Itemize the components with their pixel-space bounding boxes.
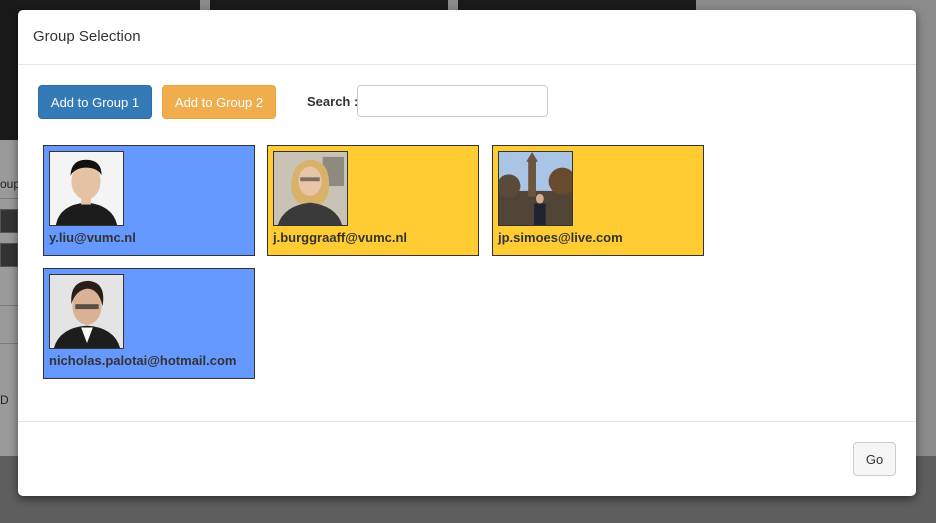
avatar <box>273 151 348 226</box>
background-fragment-text: D <box>0 393 9 407</box>
avatar <box>498 151 573 226</box>
person-photo-icon <box>50 275 123 348</box>
modal-header: Group Selection <box>18 10 916 65</box>
background-thumbnail <box>0 243 18 267</box>
search-label: Search : <box>307 94 359 109</box>
avatar <box>49 151 124 226</box>
person-photo-icon <box>50 152 123 225</box>
background-image-block <box>0 12 20 140</box>
user-email: nicholas.palotai@hotmail.com <box>49 353 237 368</box>
search-input[interactable] <box>357 85 548 117</box>
modal-footer: Go <box>18 421 916 496</box>
user-email: j.burggraaff@vumc.nl <box>273 230 408 245</box>
person-photo-icon <box>499 152 572 225</box>
modal-title: Group Selection <box>33 28 141 45</box>
person-photo-icon <box>274 152 347 225</box>
user-email: jp.simoes@live.com <box>498 230 623 245</box>
go-button[interactable]: Go <box>853 442 896 476</box>
user-card[interactable]: j.burggraaff@vumc.nl <box>267 145 479 256</box>
background-divider <box>0 198 20 199</box>
background-divider <box>0 343 20 344</box>
user-card[interactable]: jp.simoes@live.com <box>492 145 704 256</box>
avatar <box>49 274 124 349</box>
user-card[interactable]: y.liu@vumc.nl <box>43 145 255 256</box>
user-card[interactable]: nicholas.palotai@hotmail.com <box>43 268 255 379</box>
user-email: y.liu@vumc.nl <box>49 230 136 245</box>
add-to-group-2-button[interactable]: Add to Group 2 <box>162 85 276 119</box>
group-selection-modal: Group Selection Add to Group 1 Add to Gr… <box>18 10 916 496</box>
background-divider <box>0 305 20 306</box>
background-thumbnail <box>0 209 18 233</box>
toolbar: Add to Group 1 Add to Group 2 Search : <box>38 85 898 119</box>
add-to-group-1-button[interactable]: Add to Group 1 <box>38 85 152 119</box>
